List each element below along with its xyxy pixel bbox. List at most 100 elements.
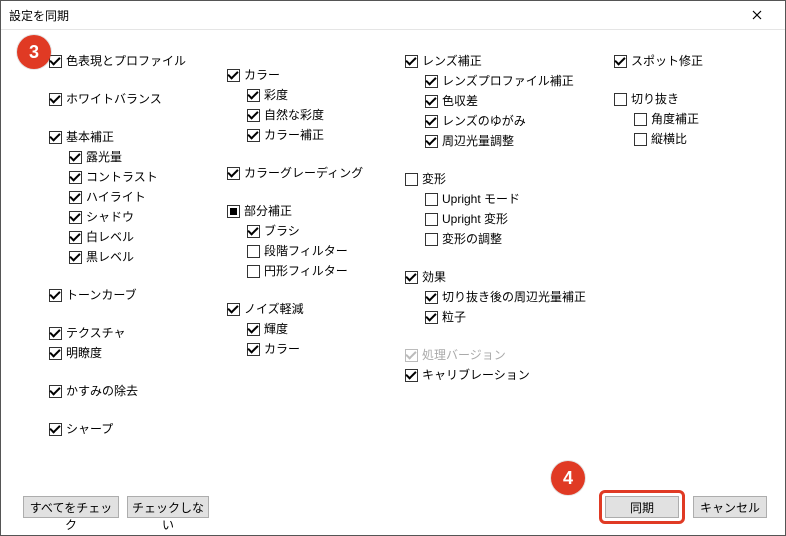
label-distortion: レンズのゆがみ — [442, 113, 526, 129]
checkbox-white-balance[interactable] — [49, 93, 62, 106]
close-button[interactable] — [737, 1, 777, 29]
label-transform: 変形 — [422, 171, 446, 187]
checkbox-highlight[interactable] — [69, 191, 82, 204]
label-grad-filter: 段階フィルター — [264, 243, 348, 259]
checkbox-color-profile[interactable] — [49, 55, 62, 68]
checkbox-clarity[interactable] — [49, 347, 62, 360]
label-white-balance: ホワイトバランス — [66, 91, 162, 107]
checkbox-crop[interactable] — [614, 93, 627, 106]
column-1: 色表現とプロファイル ホワイトバランス 基本補正 露光量 コントラスト ハイライ… — [49, 49, 199, 441]
checkbox-aspect[interactable] — [634, 133, 647, 146]
checkbox-upright-mode[interactable] — [425, 193, 438, 206]
checkbox-post-crop-vignette[interactable] — [425, 291, 438, 304]
checkbox-transform-adjust[interactable] — [425, 233, 438, 246]
label-spot: スポット修正 — [631, 53, 703, 69]
label-basic: 基本補正 — [66, 129, 114, 145]
label-tone-curve: トーンカーブ — [66, 287, 137, 303]
checkbox-brush[interactable] — [247, 225, 260, 238]
checkbox-contrast[interactable] — [69, 171, 82, 184]
checkbox-lens[interactable] — [405, 55, 418, 68]
checkbox-calibration[interactable] — [405, 369, 418, 382]
checkbox-black-level[interactable] — [69, 251, 82, 264]
label-vignette: 周辺光量調整 — [442, 133, 514, 149]
close-icon — [752, 10, 762, 20]
checkbox-transform[interactable] — [405, 173, 418, 186]
label-black-level: 黒レベル — [86, 249, 134, 265]
checkbox-upright-transform[interactable] — [425, 213, 438, 226]
content-area: 色表現とプロファイル ホワイトバランス 基本補正 露光量 コントラスト ハイライ… — [1, 29, 785, 475]
checkbox-local[interactable] — [227, 205, 240, 218]
checkbox-distortion[interactable] — [425, 115, 438, 128]
checkbox-spot[interactable] — [614, 55, 627, 68]
checkbox-lens-profile[interactable] — [425, 75, 438, 88]
label-color-grading: カラーグレーディング — [244, 165, 363, 181]
checkbox-luminance[interactable] — [247, 323, 260, 336]
checkbox-dehaze[interactable] — [49, 385, 62, 398]
checkbox-angle[interactable] — [634, 113, 647, 126]
label-clarity: 明瞭度 — [66, 345, 102, 361]
label-lens: レンズ補正 — [422, 53, 482, 69]
label-dehaze: かすみの除去 — [66, 383, 138, 399]
checkbox-grad-filter[interactable] — [247, 245, 260, 258]
label-texture: テクスチャ — [66, 325, 126, 341]
label-upright-mode: Upright モード — [442, 191, 520, 207]
label-grain: 粒子 — [442, 309, 466, 325]
label-post-crop-vignette: 切り抜き後の周辺光量補正 — [442, 289, 586, 305]
column-3: レンズ補正 レンズプロファイル補正 色収差 レンズのゆがみ 周辺光量調整 変形 … — [405, 49, 586, 441]
label-color-profile: 色表現とプロファイル — [66, 53, 186, 69]
label-highlight: ハイライト — [86, 189, 146, 205]
label-sharp: シャープ — [66, 421, 113, 437]
sync-button[interactable]: 同期 — [605, 496, 679, 518]
label-luminance: 輝度 — [264, 321, 288, 337]
label-angle: 角度補正 — [651, 111, 699, 127]
annotation-badge-3: 3 — [17, 35, 51, 69]
checkbox-grain[interactable] — [425, 311, 438, 324]
label-brush: ブラシ — [264, 223, 300, 239]
label-effects: 効果 — [422, 269, 446, 285]
checkbox-color-grading[interactable] — [227, 167, 240, 180]
label-lens-profile: レンズプロファイル補正 — [442, 73, 574, 89]
sync-settings-dialog: 設定を同期 3 色表現とプロファイル ホワイトバランス 基本補正 露光量 コント… — [0, 0, 786, 536]
checkbox-tone-curve[interactable] — [49, 289, 62, 302]
checkbox-texture[interactable] — [49, 327, 62, 340]
cancel-button[interactable]: キャンセル — [693, 496, 767, 518]
annotation-badge-4: 4 — [551, 461, 585, 495]
checkbox-effects[interactable] — [405, 271, 418, 284]
label-saturation: 彩度 — [264, 87, 288, 103]
sync-button-highlight: 同期 — [599, 490, 685, 524]
label-aspect: 縦横比 — [651, 131, 687, 147]
label-chroma: 色収差 — [442, 93, 478, 109]
label-local: 部分補正 — [244, 203, 292, 219]
checkbox-exposure[interactable] — [69, 151, 82, 164]
label-contrast: コントラスト — [86, 169, 158, 185]
label-vibrance: 自然な彩度 — [264, 107, 324, 123]
label-color: カラー — [244, 67, 280, 83]
checkbox-vibrance[interactable] — [247, 109, 260, 122]
checkbox-color-correction[interactable] — [247, 129, 260, 142]
label-white-level: 白レベル — [86, 229, 134, 245]
label-radial-filter: 円形フィルター — [264, 263, 348, 279]
checkbox-saturation[interactable] — [247, 89, 260, 102]
check-all-button[interactable]: すべてをチェック — [23, 496, 119, 518]
checkbox-white-level[interactable] — [69, 231, 82, 244]
label-calibration: キャリブレーション — [422, 367, 530, 383]
label-exposure: 露光量 — [86, 149, 122, 165]
checkbox-basic[interactable] — [49, 131, 62, 144]
label-upright-transform: Upright 変形 — [442, 211, 508, 227]
checkbox-process-version — [405, 349, 418, 362]
label-process-version: 処理バージョン — [422, 347, 506, 363]
label-crop: 切り抜き — [631, 91, 679, 107]
check-none-button[interactable]: チェックしない — [127, 496, 209, 518]
checkbox-color-noise[interactable] — [247, 343, 260, 356]
checkbox-shadow[interactable] — [69, 211, 82, 224]
label-transform-adjust: 変形の調整 — [442, 231, 502, 247]
checkbox-vignette[interactable] — [425, 135, 438, 148]
checkbox-noise[interactable] — [227, 303, 240, 316]
window-title: 設定を同期 — [9, 7, 69, 24]
checkbox-color[interactable] — [227, 69, 240, 82]
checkbox-sharp[interactable] — [49, 423, 62, 436]
label-noise: ノイズ軽減 — [244, 301, 304, 317]
checkbox-radial-filter[interactable] — [247, 265, 260, 278]
checkbox-chroma[interactable] — [425, 95, 438, 108]
footer: すべてをチェック チェックしない 同期 キャンセル — [1, 479, 785, 535]
